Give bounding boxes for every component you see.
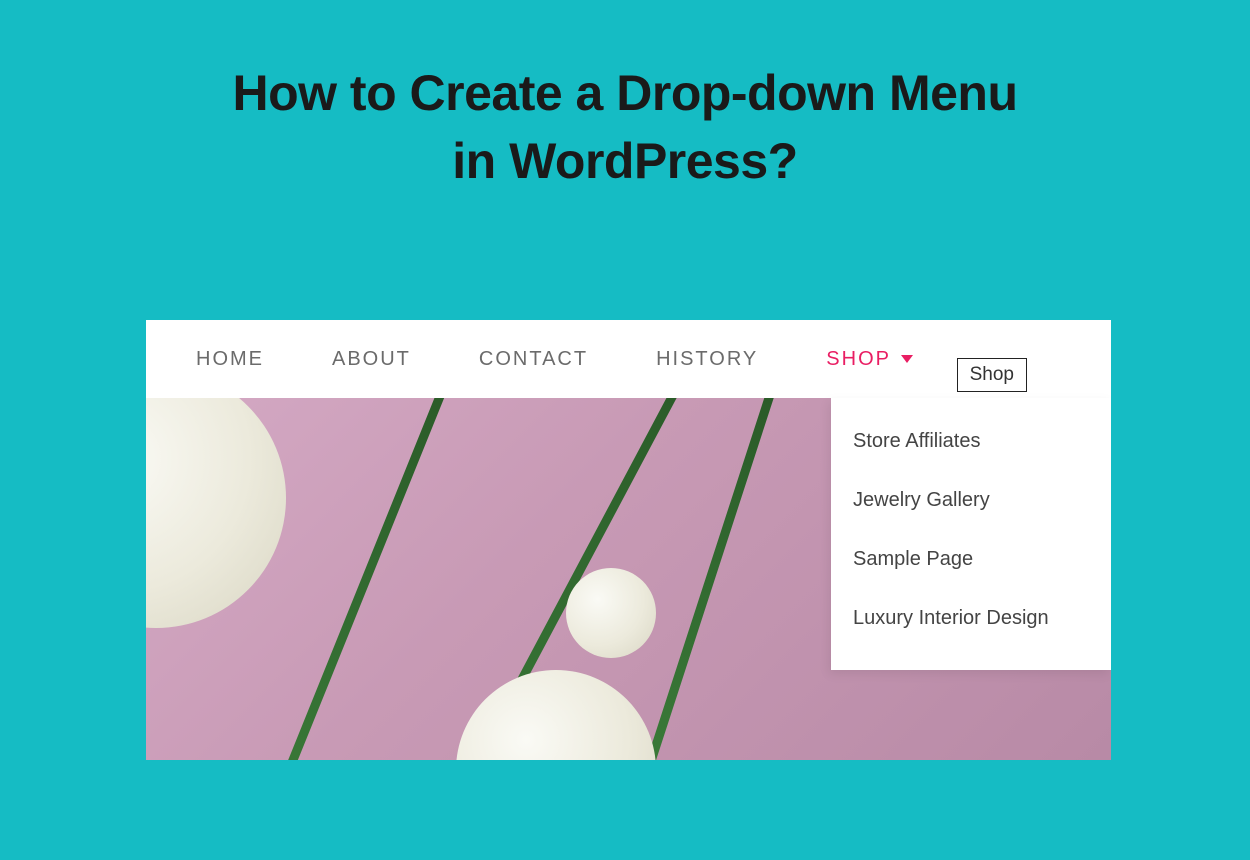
menu-preview: HOME ABOUT CONTACT HISTORY SHOP Shop Sto…	[146, 320, 1111, 760]
title-line-2: in WordPress?	[452, 133, 797, 189]
nav-shop[interactable]: SHOP	[826, 348, 913, 371]
dropdown-item-jewelry-gallery[interactable]: Jewelry Gallery	[853, 471, 1095, 530]
title-line-1: How to Create a Drop-down Menu	[233, 65, 1018, 121]
shop-dropdown: Shop Store Affiliates Jewelry Gallery Sa…	[831, 398, 1111, 670]
decor-flower	[566, 568, 656, 658]
caret-down-icon	[901, 355, 913, 363]
shop-tooltip: Shop	[957, 358, 1027, 392]
dropdown-item-store-affiliates[interactable]: Store Affiliates	[853, 412, 1095, 471]
decor-stem	[268, 398, 452, 760]
dropdown-item-sample-page[interactable]: Sample Page	[853, 530, 1095, 589]
decor-flower	[146, 398, 286, 628]
nav-about[interactable]: ABOUT	[332, 348, 411, 371]
nav-contact[interactable]: CONTACT	[479, 348, 588, 371]
page-title: How to Create a Drop-down Menu in WordPr…	[0, 60, 1250, 195]
decor-flower	[456, 670, 656, 760]
nav-home[interactable]: HOME	[196, 348, 264, 371]
dropdown-item-luxury-interior[interactable]: Luxury Interior Design	[853, 589, 1095, 648]
nav-history[interactable]: HISTORY	[656, 348, 758, 371]
decor-stem	[644, 398, 776, 760]
nav-shop-label: SHOP	[826, 348, 891, 371]
